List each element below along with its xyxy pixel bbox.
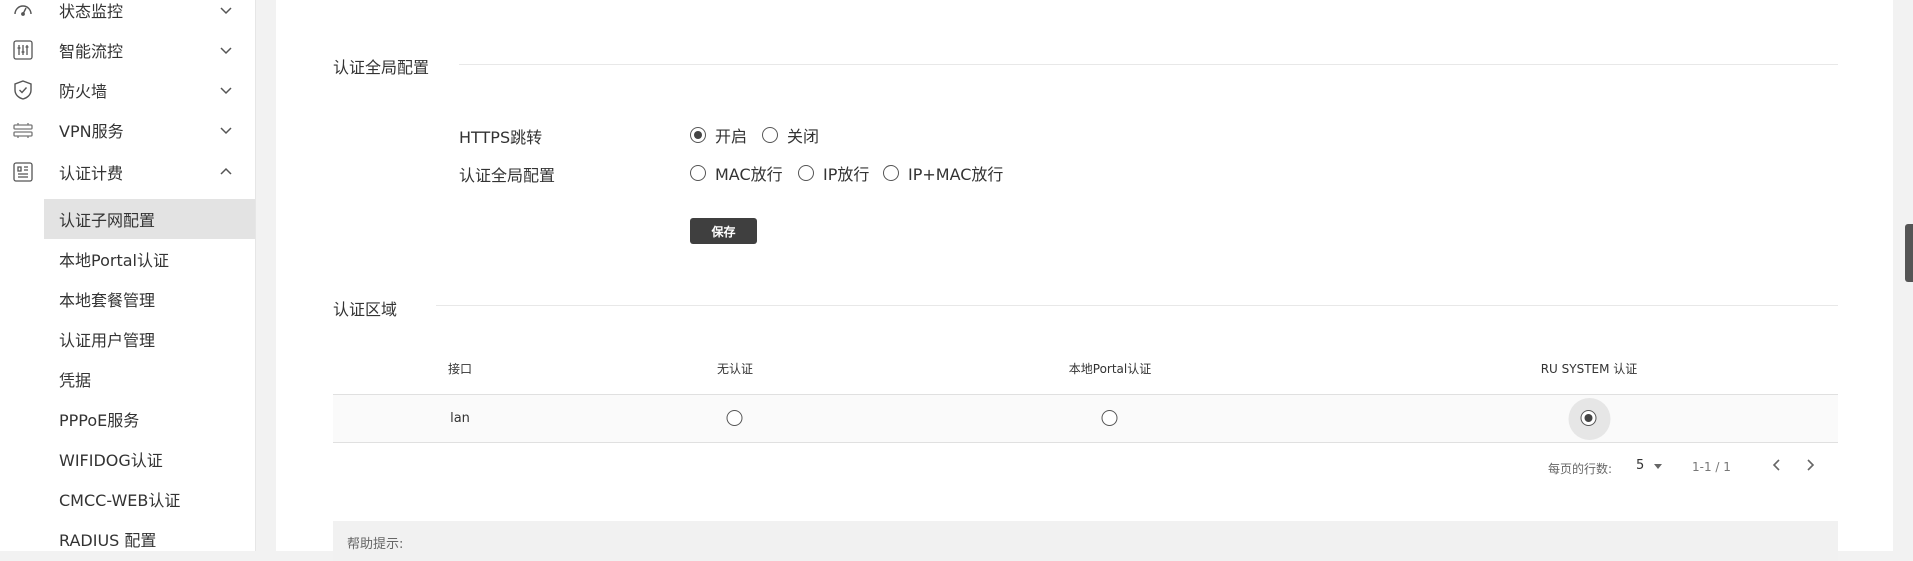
column-header-no-auth: 无认证 [716, 362, 754, 376]
radio-checked-icon [690, 127, 706, 143]
sidebar: 状态监控 智能流控 防火墙 VPN服务 认证计费 认证子网配置 本地Portal… [0, 0, 256, 551]
table-row [333, 395, 1838, 442]
sidebar-item-radius[interactable]: RADIUS 配置 [44, 519, 255, 551]
sidebar-item-local-package[interactable]: 本地套餐管理 [44, 279, 255, 319]
radio-label: IP放行 [823, 165, 870, 184]
nav-group-label: 智能流控 [59, 42, 124, 61]
mac-pass-radio[interactable]: MAC放行 [690, 161, 783, 185]
chevron-right-icon[interactable] [1803, 458, 1817, 472]
sidebar-item-cmcc-web[interactable]: CMCC-WEB认证 [44, 479, 255, 519]
chevron-down-icon [220, 87, 232, 95]
sidebar-item-label: 认证子网配置 [59, 211, 156, 230]
https-on-radio[interactable]: 开启 [690, 123, 747, 147]
interface-cell: lan [450, 411, 470, 426]
radio-checked-icon [1580, 410, 1597, 426]
section-divider [459, 64, 1838, 65]
sidebar-item-pppoe[interactable]: PPPoE服务 [44, 399, 255, 439]
sidebar-item-label: 凭据 [59, 371, 92, 390]
sidebar-item-label: PPPoE服务 [59, 411, 140, 430]
sidebar-item-label: 认证用户管理 [59, 331, 156, 350]
nav-group-label: 认证计费 [59, 164, 124, 183]
nav-group-firewall[interactable]: 防火墙 [0, 70, 255, 110]
radio-label: MAC放行 [715, 165, 783, 184]
chevron-left-icon[interactable] [1770, 458, 1784, 472]
column-header-interface: 接口 [447, 362, 473, 376]
chevron-down-icon [220, 127, 232, 135]
table-bottom-divider [333, 442, 1838, 443]
nav-group-label: 状态监控 [59, 2, 124, 21]
help-label: 帮助提示: [347, 537, 404, 552]
no-auth-radio[interactable] [726, 410, 744, 427]
radio-unchecked-icon [1101, 410, 1118, 426]
section-divider [436, 305, 1838, 306]
column-header-ru-system: RU SYSTEM 认证 [1540, 362, 1638, 376]
vpn-icon [13, 123, 33, 138]
sidebar-item-local-portal[interactable]: 本地Portal认证 [44, 239, 255, 279]
nav-group-label: VPN服务 [59, 122, 124, 141]
main-content: 认证全局配置 HTTPS跳转 开启 关闭 认证全局配置 MAC放行 IP放行 I… [276, 0, 1893, 561]
sidebar-item-label: WIFIDOG认证 [59, 451, 163, 470]
sidebar-item-label: CMCC-WEB认证 [59, 491, 181, 510]
rows-per-page-select[interactable]: 5 [1636, 458, 1664, 473]
auth-billing-icon [13, 162, 33, 182]
caret-down-icon [1654, 463, 1663, 469]
radio-label: 关闭 [787, 127, 820, 146]
local-portal-radio[interactable] [1101, 410, 1119, 427]
sidebar-item-label: 本地Portal认证 [59, 251, 169, 270]
radio-unchecked-icon [798, 165, 814, 181]
pagination-range: 1-1 / 1 [1692, 460, 1731, 474]
scrollbar-handle[interactable] [1905, 224, 1913, 282]
chevron-down-icon [220, 7, 232, 15]
column-header-local-portal: 本地Portal认证 [1068, 362, 1152, 376]
rows-per-page-label: 每页的行数: [1548, 462, 1613, 476]
nav-group-smart-flow[interactable]: 智能流控 [0, 30, 255, 70]
global-config-title: 认证全局配置 [333, 58, 430, 77]
sidebar-item-label: 本地套餐管理 [59, 291, 156, 310]
https-off-radio[interactable]: 关闭 [762, 123, 819, 147]
radio-unchecked-icon [883, 165, 899, 181]
auth-zone-title: 认证区域 [333, 300, 398, 319]
nav-group-auth-billing[interactable]: 认证计费 [0, 152, 255, 192]
sidebar-item-auth-users[interactable]: 认证用户管理 [44, 319, 255, 359]
help-box: 帮助提示: [333, 521, 1838, 561]
radio-label: IP+MAC放行 [908, 165, 1004, 184]
sidebar-item-credentials[interactable]: 凭据 [44, 359, 255, 399]
nav-group-vpn[interactable]: VPN服务 [0, 110, 255, 150]
sidebar-item-wifidog[interactable]: WIFIDOG认证 [44, 439, 255, 479]
ip-mac-pass-radio[interactable]: IP+MAC放行 [883, 161, 1003, 185]
rows-per-page-value: 5 [1636, 458, 1645, 473]
radio-unchecked-icon [726, 410, 743, 426]
shield-icon [14, 80, 32, 100]
sliders-icon [13, 40, 33, 60]
auth-global-config-label: 认证全局配置 [459, 166, 556, 185]
chevron-down-icon [220, 47, 232, 55]
radio-label: 开启 [715, 127, 748, 146]
save-button[interactable]: 保存 [690, 218, 757, 244]
nav-group-status-monitor[interactable]: 状态监控 [0, 0, 255, 30]
gauge-icon [14, 5, 32, 16]
radio-unchecked-icon [690, 165, 706, 181]
radio-unchecked-icon [762, 127, 778, 143]
chevron-up-icon [220, 167, 232, 175]
sidebar-item-label: RADIUS 配置 [59, 531, 157, 550]
https-redirect-label: HTTPS跳转 [459, 128, 543, 147]
sidebar-item-auth-subnet[interactable]: 认证子网配置 [44, 199, 255, 239]
ip-pass-radio[interactable]: IP放行 [798, 161, 869, 185]
nav-group-label: 防火墙 [59, 82, 108, 101]
ru-system-radio[interactable] [1568, 397, 1610, 440]
